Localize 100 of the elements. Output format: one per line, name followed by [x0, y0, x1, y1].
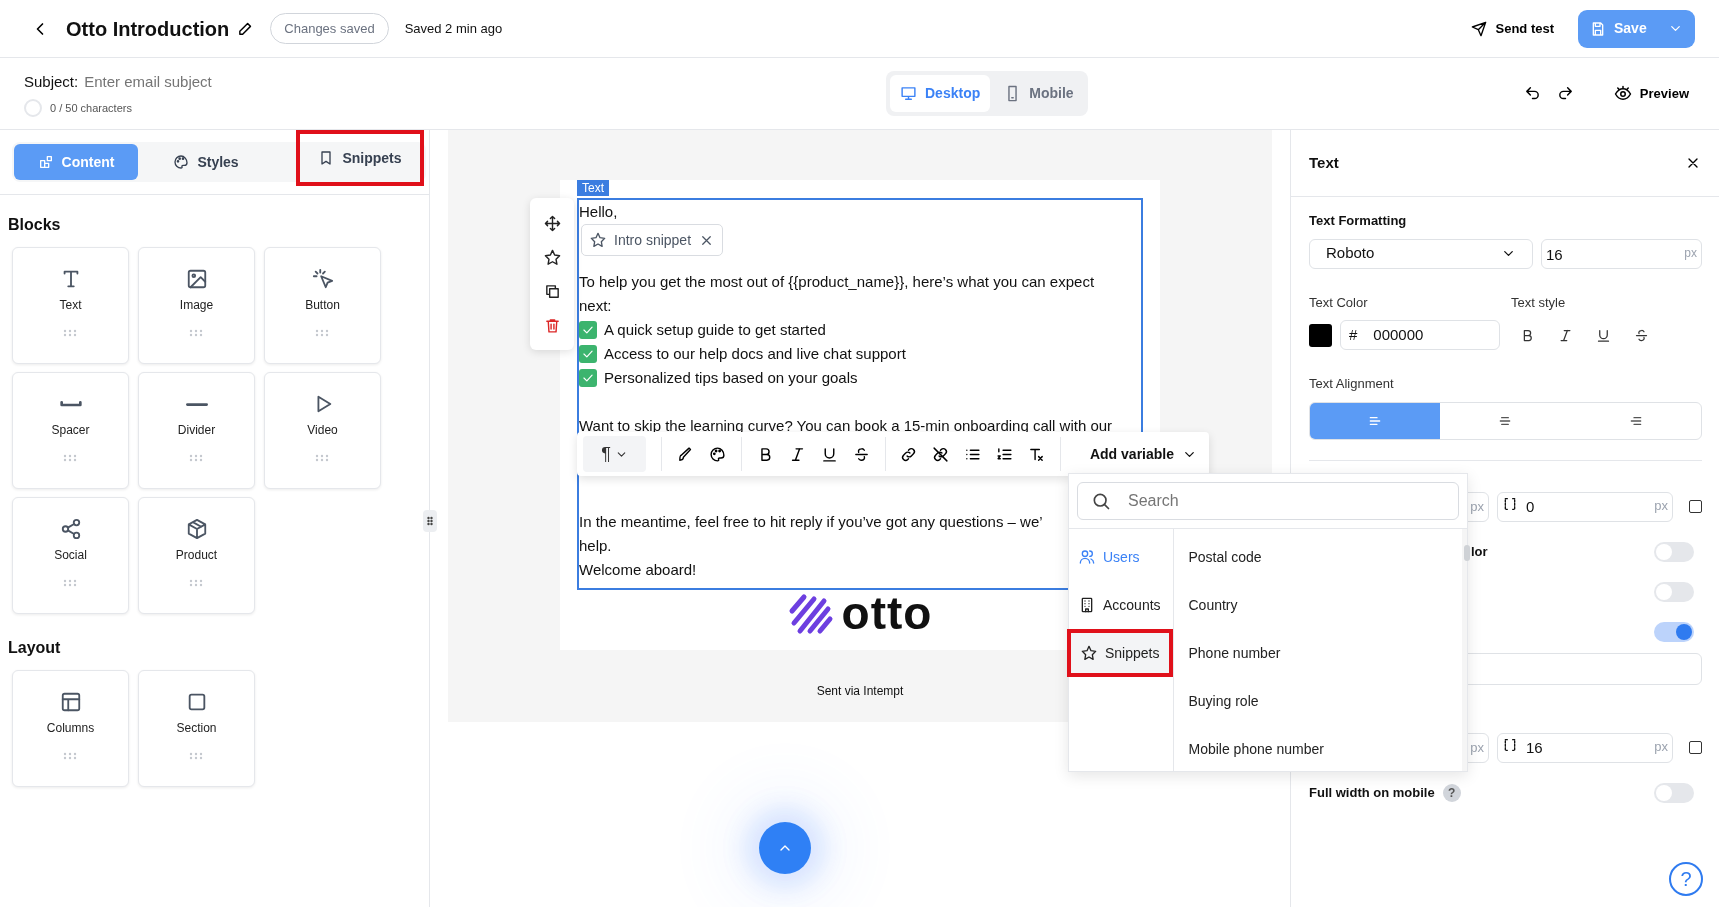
duplicate-button[interactable]: [543, 282, 561, 300]
move-button[interactable]: [543, 214, 561, 232]
delete-button[interactable]: [543, 316, 561, 334]
variable-item[interactable]: Phone number: [1174, 629, 1462, 677]
field-label: Text Alignment: [1309, 375, 1395, 393]
help-button[interactable]: ?: [1669, 862, 1703, 896]
variable-item[interactable]: Country: [1174, 581, 1462, 629]
toggle-switch[interactable]: [1654, 782, 1694, 803]
block-card[interactable]: Button: [264, 247, 381, 364]
field-label: Text style: [1511, 293, 1566, 312]
number-field[interactable]: 0 px: [1497, 491, 1673, 522]
category-item[interactable]: Accounts: [1069, 585, 1174, 625]
undo-icon: [1523, 85, 1541, 102]
panel-tab[interactable]: Styles: [144, 144, 268, 180]
checkbox[interactable]: [1689, 500, 1702, 513]
star-icon: [590, 232, 606, 248]
logo-stripes-icon: [787, 591, 834, 635]
panel-title: Text: [1309, 152, 1339, 173]
paragraph-text: help.: [579, 536, 612, 556]
toggle-switch[interactable]: [1654, 541, 1694, 562]
link-button[interactable]: [900, 445, 918, 463]
send-icon: [1471, 20, 1488, 37]
block-card[interactable]: Divider: [138, 372, 255, 489]
underline-button[interactable]: [820, 445, 838, 463]
hex-color-field[interactable]: # 000000: [1340, 320, 1500, 350]
checklist-text: Personalized tips based on your goals: [604, 368, 858, 388]
scrollbar[interactable]: [1461, 529, 1467, 771]
block-card[interactable]: Social: [12, 497, 129, 614]
strikethrough-button[interactable]: [852, 445, 870, 463]
help-badge[interactable]: ?: [1442, 783, 1461, 802]
blocks-icon: [37, 154, 54, 170]
progress-ring-icon: [24, 98, 42, 117]
share-icon: [59, 518, 82, 540]
block-card[interactable]: Product: [138, 497, 255, 614]
block-label: Spacer: [51, 422, 90, 439]
snippet-chip[interactable]: Intro snippet: [581, 224, 724, 256]
block-card[interactable]: Columns: [12, 670, 129, 787]
variable-item[interactable]: Buying role: [1174, 677, 1462, 725]
email-title: Otto Introduction: [66, 16, 230, 42]
setting-label: lor: [1471, 542, 1488, 561]
send-test-button[interactable]: Send test: [1471, 18, 1554, 39]
category-item[interactable]: Users: [1069, 537, 1174, 577]
checkbox[interactable]: [1689, 741, 1702, 754]
subject-label: Subject:: [24, 72, 79, 93]
users-icon: [1079, 549, 1095, 565]
panel-tab[interactable]: Snippets: [304, 140, 416, 176]
trash-icon: [543, 316, 561, 334]
add-variable-button[interactable]: Add variable: [1083, 442, 1203, 466]
pointer-click-icon: [311, 268, 334, 290]
color-button[interactable]: [708, 445, 726, 463]
block-card[interactable]: Video: [264, 372, 381, 489]
variable-item[interactable]: Mobile phone number: [1174, 725, 1462, 773]
save-snippet-button[interactable]: [543, 248, 561, 266]
undo-button[interactable]: [1523, 85, 1541, 102]
unlink-button[interactable]: [932, 445, 950, 463]
block-label: Image: [179, 297, 214, 314]
view-tab[interactable]: Desktop: [890, 75, 991, 112]
section-heading: Text Formatting: [1309, 212, 1408, 230]
character-counter: 0 / 50 characters: [50, 100, 132, 116]
redo-button[interactable]: [1556, 85, 1574, 102]
number-field[interactable]: 16 px: [1497, 732, 1673, 763]
brush-button[interactable]: [676, 445, 694, 463]
building-icon: [1079, 597, 1095, 613]
view-tab[interactable]: Mobile: [994, 75, 1084, 112]
monitor-icon: [900, 85, 917, 102]
strikethrough-icon: [1633, 327, 1649, 343]
palette-icon: [173, 154, 190, 170]
block-label: Text: [59, 297, 82, 314]
search-field[interactable]: Search: [1077, 482, 1459, 520]
copy-icon: [543, 282, 561, 300]
preview-button[interactable]: Preview: [1613, 83, 1689, 104]
move-icon: [543, 214, 561, 232]
color-swatch[interactable]: [1309, 323, 1332, 347]
block-label: Video: [307, 422, 338, 439]
block-label: Divider: [177, 422, 216, 439]
block-label: Product: [175, 547, 218, 564]
scroll-up-button[interactable]: [759, 822, 811, 874]
font-size-field[interactable]: 16 px: [1541, 238, 1702, 269]
category-item[interactable]: Snippets: [1071, 633, 1170, 673]
block-card[interactable]: Spacer: [12, 372, 129, 489]
toggle-switch[interactable]: [1654, 621, 1694, 642]
resize-handle[interactable]: [423, 510, 437, 532]
saved-time: Saved 2 min ago: [404, 19, 503, 38]
block-label: Social: [54, 547, 87, 564]
search-icon: [1091, 491, 1111, 511]
eye-icon: [1613, 84, 1632, 103]
section-heading: Blocks: [8, 215, 62, 235]
setting-label: Full width on mobile: [1309, 783, 1435, 802]
star-icon: [1081, 645, 1097, 661]
paragraph-dropdown[interactable]: ¶: [583, 436, 647, 472]
strikethrough-icon: [852, 445, 870, 463]
underline-icon: [820, 445, 838, 463]
columns-icon: [59, 691, 82, 713]
variable-item[interactable]: Postal code: [1174, 533, 1462, 581]
block-card[interactable]: Text: [12, 247, 129, 364]
block-card[interactable]: Image: [138, 247, 255, 364]
font-dropdown[interactable]: Roboto: [1309, 238, 1533, 269]
block-card[interactable]: Section: [138, 670, 255, 787]
toggle-switch[interactable]: [1654, 581, 1694, 602]
image-icon: [185, 268, 208, 290]
